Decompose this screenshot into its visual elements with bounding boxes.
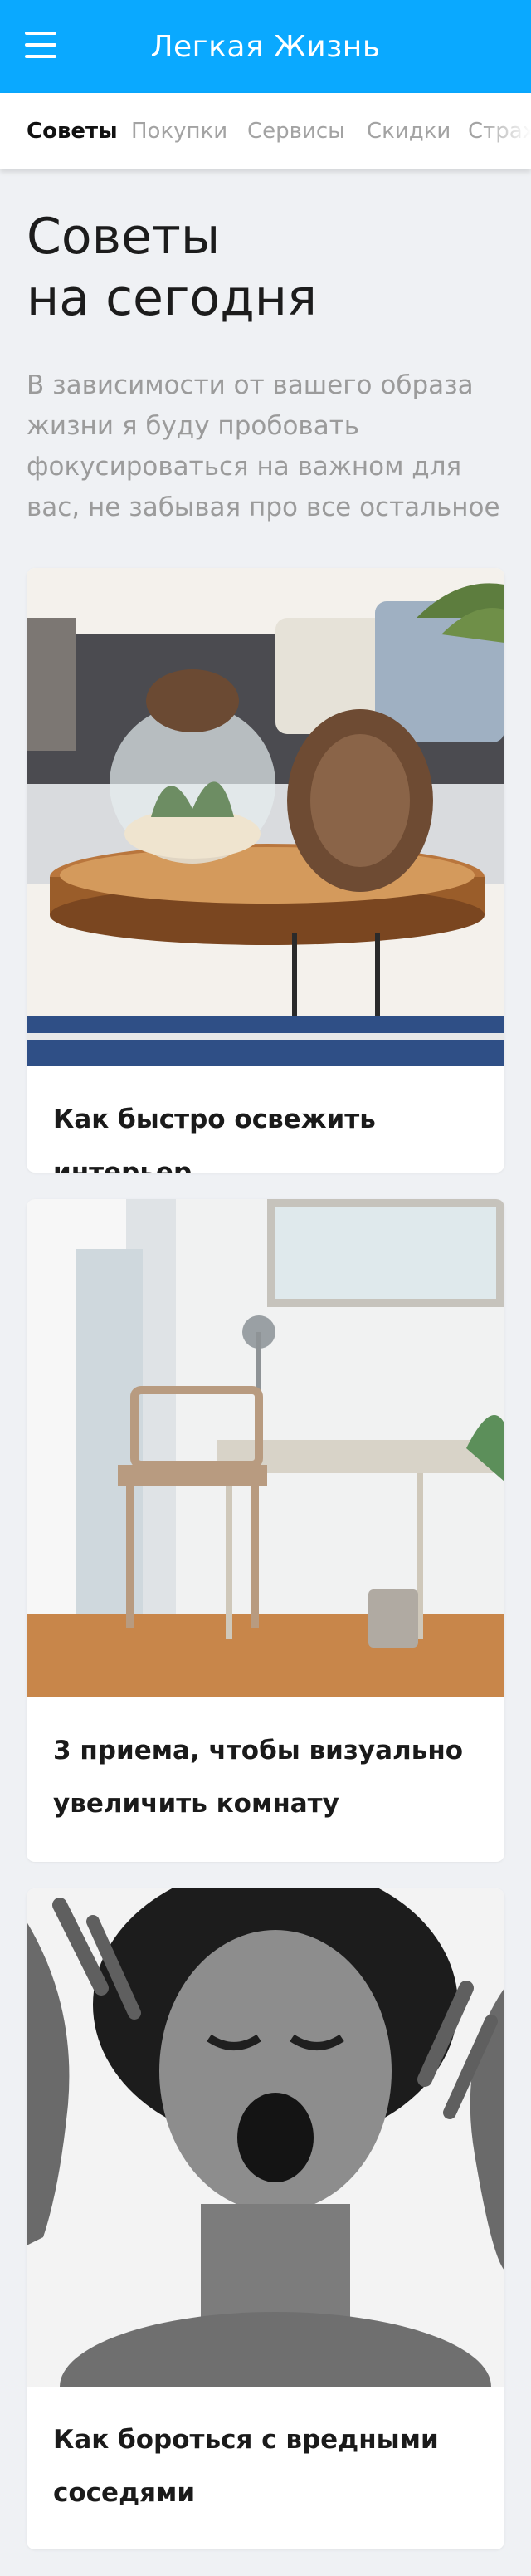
tab-skidki[interactable]: Скидки: [367, 93, 451, 169]
tab-pokupki[interactable]: Покупки: [131, 93, 227, 169]
page-title: Советы на сегодня: [27, 208, 318, 327]
tabs-fade: [481, 93, 531, 169]
article-image-living-room: [27, 568, 504, 1066]
article-card[interactable]: 3 приема, чтобы визуально увеличить комн…: [27, 1199, 504, 1862]
app-header: Легкая Жизнь: [0, 0, 531, 93]
article-image-screaming-woman: [27, 1888, 504, 2387]
app-title: Легкая Жизнь: [150, 29, 381, 64]
article-card[interactable]: Как быстро освежить интерьер: [27, 568, 504, 1173]
category-tabs: Советы Покупки Сервисы Скидки Страхо: [0, 93, 531, 169]
article-title: Как бороться с вредными соседями: [53, 2425, 439, 2508]
page-subtitle: В зависимости от вашего образа жизни я б…: [27, 370, 500, 522]
tab-servisy[interactable]: Сервисы: [247, 93, 345, 169]
article-card[interactable]: Как бороться с вредными соседями: [27, 1888, 504, 2549]
hamburger-menu-icon[interactable]: [25, 32, 56, 58]
article-title: Как быстро освежить интерьер: [53, 1104, 376, 1173]
article-title: 3 приема, чтобы визуально увеличить комн…: [53, 1736, 464, 1819]
article-image-room-desk: [27, 1199, 504, 1697]
tab-sovety[interactable]: Советы: [27, 93, 118, 169]
